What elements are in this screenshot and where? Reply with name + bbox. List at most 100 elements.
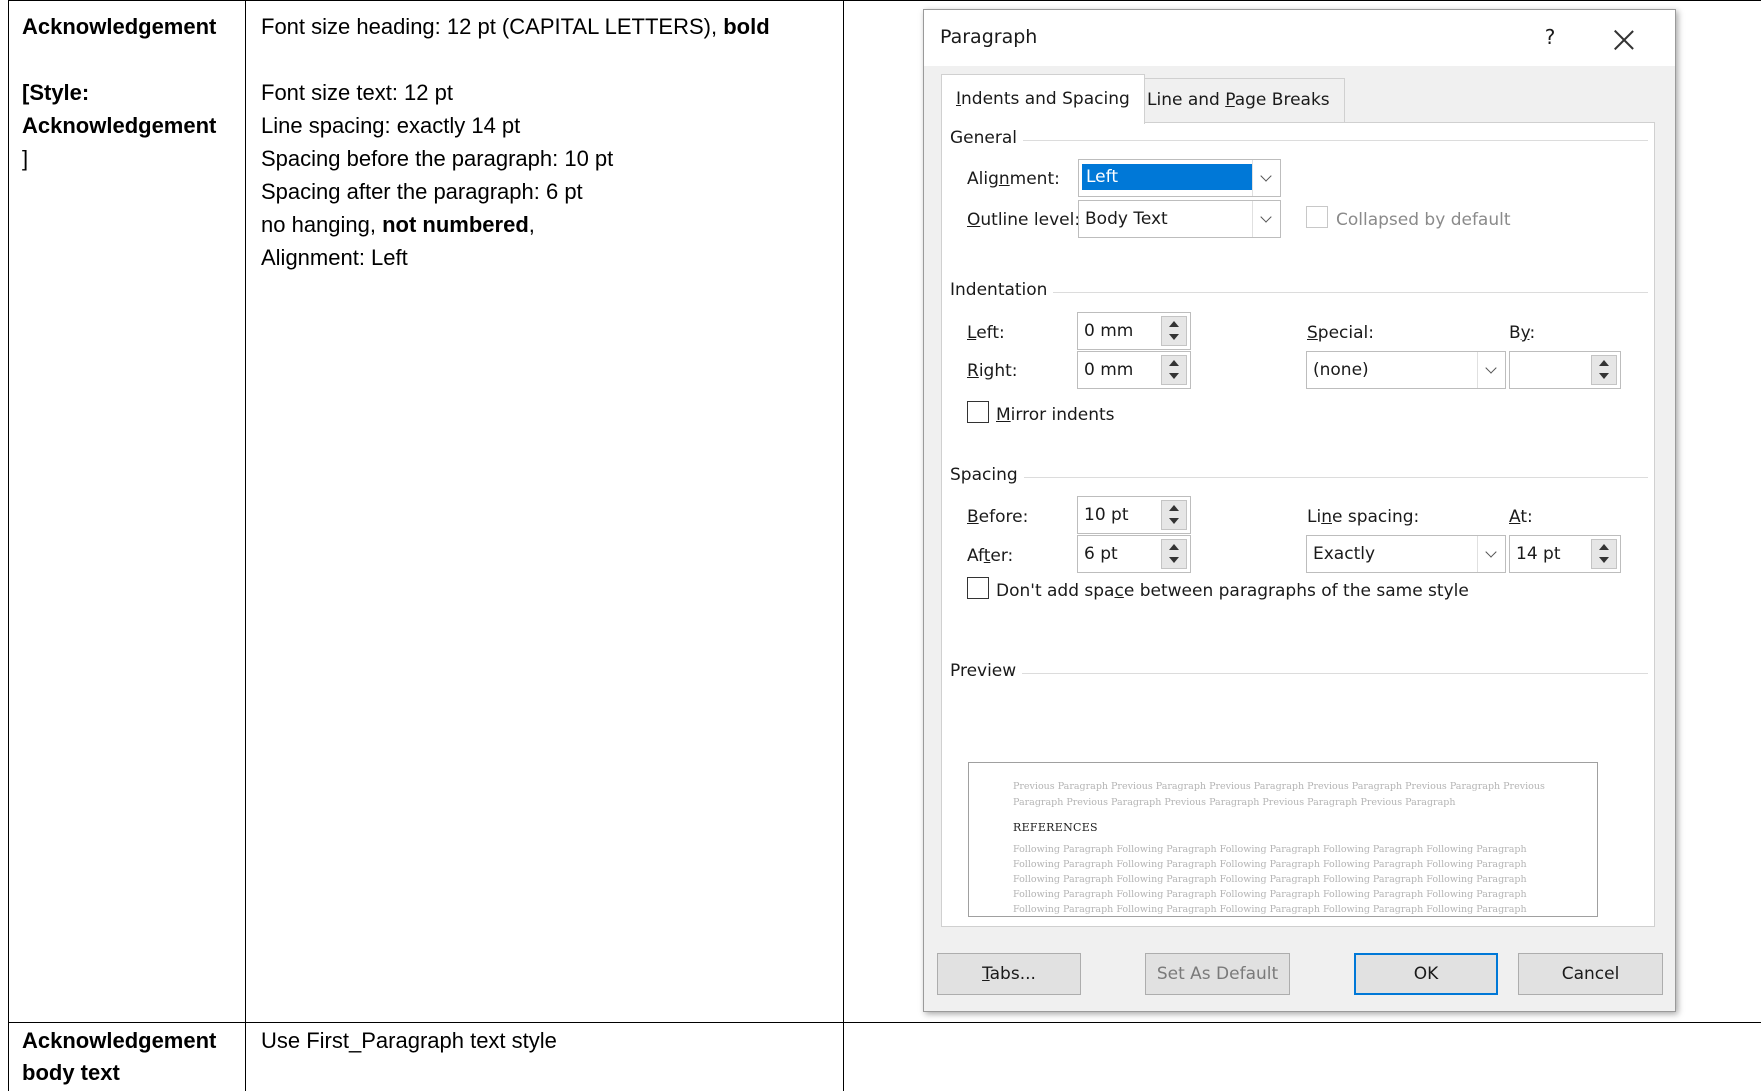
preview-following-paragraph: Following Paragraph Following Paragraph … (1013, 842, 1573, 916)
spec-heading-size: Font size heading: 12 pt (CAPITAL LETTER… (261, 10, 770, 43)
chevron-down-icon[interactable] (1477, 536, 1505, 572)
indent-right-value: 0 mm (1084, 360, 1134, 380)
label-part: B (1509, 323, 1521, 343)
label-part: pecial: (1317, 323, 1374, 343)
spacing-before-spinner[interactable]: 10 pt (1077, 496, 1191, 534)
mirror-indents-label: Mirror indents (996, 405, 1115, 425)
label-mnemonic: M (996, 405, 1011, 425)
row1-col1-line: Acknowledgement (22, 113, 217, 138)
tabs-button[interactable]: Tabs... (937, 953, 1081, 995)
label-part: utline level: (980, 210, 1081, 230)
spec-numbering-prefix: no hanging, (261, 212, 383, 237)
label-mnemonic: c (1114, 581, 1124, 601)
dialog-title: Paragraph (940, 26, 1038, 48)
group-indentation-label: Indentation (950, 280, 1054, 300)
preview-following-line: Following Paragraph Following Paragraph … (1013, 859, 1527, 870)
spin-down-icon[interactable] (1162, 370, 1186, 384)
label-part: e spacing: (1331, 507, 1420, 527)
spacing-before-value: 10 pt (1084, 505, 1129, 525)
group-divider (950, 292, 1648, 293)
label-part: abs... (989, 964, 1036, 984)
special-dropdown[interactable]: (none) (1306, 351, 1506, 389)
tab-indents-and-spacing[interactable]: Indents and Spacing (941, 74, 1145, 124)
spec-line-spacing: Line spacing: exactly 14 pt (261, 113, 521, 138)
row2-col2-text: Use First_Paragraph text style (261, 1028, 557, 1053)
row2-format-spec-cell: Use First_Paragraph text style (261, 1025, 557, 1057)
at-label: At: (1509, 507, 1533, 527)
cancel-button[interactable]: Cancel (1518, 953, 1663, 995)
spin-down-icon[interactable] (1592, 370, 1616, 384)
row2-style-name-cell: Acknowledgement body text (22, 1025, 216, 1089)
group-general-label: General (950, 128, 1023, 148)
table-row-divider (8, 1022, 1761, 1023)
spin-down-icon[interactable] (1592, 554, 1616, 568)
collapsed-by-default-checkbox[interactable] (1306, 206, 1328, 228)
chevron-down-icon[interactable] (1477, 352, 1505, 388)
label-mnemonic: A (1509, 507, 1521, 527)
spec-heading-size-text: Font size heading: 12 pt (CAPITAL LETTER… (261, 14, 724, 39)
label-mnemonic: n (998, 169, 1010, 189)
tab-line-and-page-breaks[interactable]: Line and Page Breaks (1132, 78, 1345, 122)
spinner-buttons (1161, 539, 1187, 569)
mirror-indents-checkbox[interactable] (967, 401, 989, 423)
spin-up-icon[interactable] (1592, 540, 1616, 554)
label-part: eft: (976, 323, 1005, 343)
preview-following-line: Following Paragraph Following Paragraph … (1013, 904, 1527, 915)
row2-col1-line: body text (22, 1060, 120, 1085)
table-border-col1 (245, 0, 246, 1091)
spec-alignment: Alignment: Left (261, 245, 408, 270)
paragraph-preview: Previous Paragraph Previous Paragraph Pr… (968, 762, 1598, 917)
label-part: : (1529, 323, 1536, 343)
chevron-down-icon[interactable] (1252, 201, 1280, 237)
spinner-buttons (1161, 500, 1187, 530)
spinner-buttons (1591, 539, 1617, 569)
alignment-label: Alignment: (967, 169, 1060, 189)
label-mnemonic: O (967, 210, 981, 230)
tab-label: age Breaks (1234, 90, 1330, 110)
spin-down-icon[interactable] (1162, 554, 1186, 568)
spin-up-icon[interactable] (1162, 501, 1186, 515)
ok-button[interactable]: OK (1354, 953, 1498, 995)
paragraph-dialog: Paragraph ? Indents and Spacing Line and… (923, 9, 1676, 1012)
close-icon[interactable] (1608, 24, 1640, 56)
chevron-down-icon[interactable] (1252, 160, 1280, 196)
special-value: (none) (1313, 360, 1369, 380)
spin-up-icon[interactable] (1162, 317, 1186, 331)
spacing-after-label: After: (967, 546, 1013, 566)
label-part: ment: (1009, 169, 1060, 189)
label-part: Af (967, 546, 984, 566)
set-as-default-button[interactable]: Set As Default (1145, 953, 1290, 995)
spin-down-icon[interactable] (1162, 331, 1186, 345)
outline-level-value: Body Text (1085, 209, 1168, 229)
spec-numbering-bold: not numbered (382, 212, 529, 237)
spec-spacing-before: Spacing before the paragraph: 10 pt (261, 146, 614, 171)
spinner-buttons (1161, 316, 1187, 346)
indent-right-label: Right: (967, 361, 1018, 381)
spin-up-icon[interactable] (1162, 356, 1186, 370)
by-spinner[interactable] (1509, 351, 1621, 389)
line-spacing-label: Line spacing: (1307, 507, 1419, 527)
line-spacing-dropdown[interactable]: Exactly (1306, 535, 1506, 573)
preview-sample-heading: REFERENCES (1013, 821, 1098, 834)
spec-spacing-after: Spacing after the paragraph: 6 pt (261, 179, 583, 204)
help-button[interactable]: ? (1536, 22, 1564, 52)
spin-up-icon[interactable] (1592, 356, 1616, 370)
indent-left-spinner[interactable]: 0 mm (1077, 312, 1191, 350)
spacing-after-spinner[interactable]: 6 pt (1077, 535, 1191, 573)
alignment-dropdown[interactable]: Left (1078, 159, 1281, 197)
at-spinner[interactable]: 14 pt (1509, 535, 1621, 573)
tab-label: Line and (1147, 90, 1226, 110)
spin-up-icon[interactable] (1162, 540, 1186, 554)
line-spacing-value: Exactly (1313, 544, 1376, 564)
spin-down-icon[interactable] (1162, 515, 1186, 529)
row1-style-name-cell: Acknowledgement [Style: Acknowledgement … (22, 10, 216, 175)
spec-heading-bold: bold (723, 14, 770, 39)
label-part: Alig (967, 169, 999, 189)
outline-level-dropdown[interactable]: Body Text (1078, 200, 1281, 238)
spec-numbering-suffix: , (528, 212, 535, 237)
alignment-value: Left (1082, 164, 1252, 190)
indent-right-spinner[interactable]: 0 mm (1077, 351, 1191, 389)
label-mnemonic: n (1321, 507, 1332, 527)
outline-level-label: Outline level: (967, 210, 1080, 230)
dont-add-space-checkbox[interactable] (967, 577, 989, 599)
